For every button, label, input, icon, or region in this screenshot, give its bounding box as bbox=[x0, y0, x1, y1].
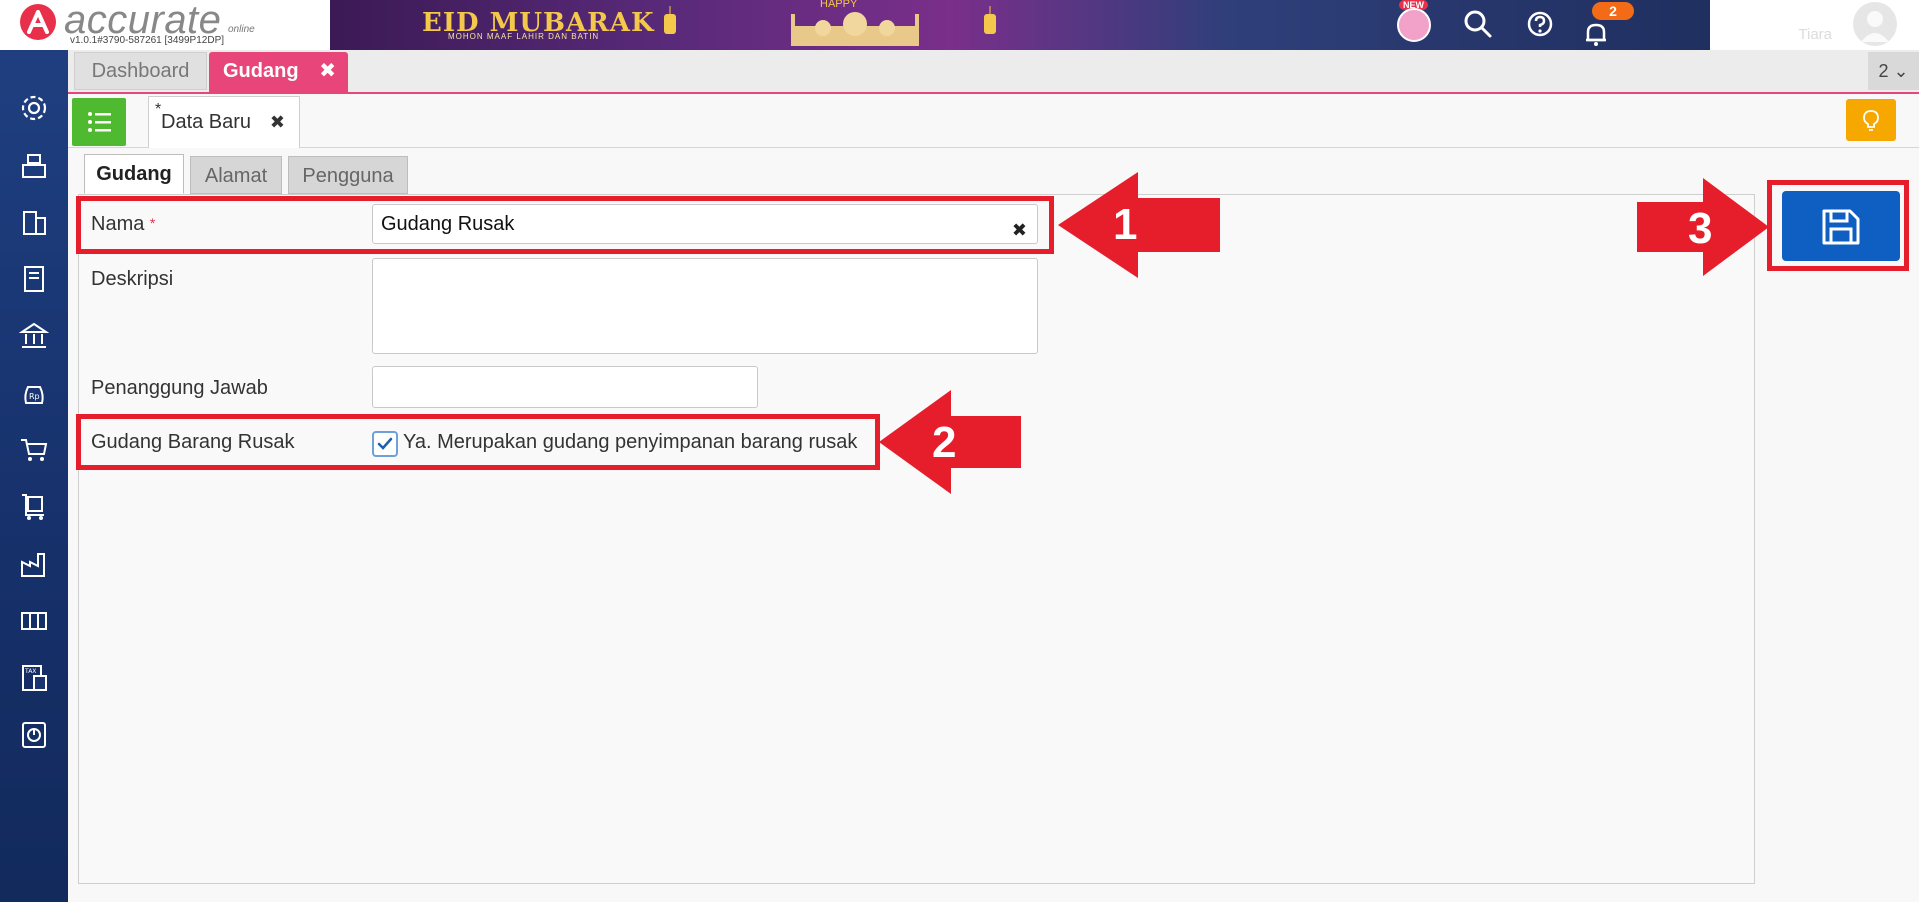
factory-icon[interactable] bbox=[14, 544, 54, 584]
tab-overflow-dropdown[interactable]: 2 ⌄ bbox=[1868, 52, 1919, 90]
lantern-icon bbox=[664, 6, 676, 34]
top-header: accurate online v1.0.1#3790-587261 [3499… bbox=[0, 0, 1919, 50]
eid-banner: HAPPY EID MUBARAK MOHON MAAF LAHIR DAN B… bbox=[330, 0, 1710, 50]
close-tab-icon[interactable]: ✖ bbox=[319, 52, 336, 90]
lightbulb-icon bbox=[1863, 110, 1879, 131]
sidebar: Rp TAX bbox=[0, 50, 68, 902]
money-bag-icon[interactable]: Rp bbox=[14, 373, 54, 413]
delivery-cart-icon[interactable] bbox=[14, 487, 54, 527]
shopping-cart-icon[interactable] bbox=[14, 430, 54, 470]
close-data-baru-icon[interactable]: ✖ bbox=[270, 97, 285, 147]
mosque-icon bbox=[791, 12, 919, 46]
tab-data-baru[interactable]: * Data Baru ✖ bbox=[148, 96, 300, 148]
inventory-icon[interactable] bbox=[14, 601, 54, 641]
annotation-number-3: 3 bbox=[1688, 204, 1713, 253]
settings-gear-icon[interactable] bbox=[14, 88, 54, 128]
help-icon[interactable] bbox=[1524, 8, 1556, 40]
annotation-number-2: 2 bbox=[932, 418, 957, 467]
unsaved-marker: * bbox=[155, 101, 162, 118]
bank-icon[interactable] bbox=[14, 316, 54, 356]
cash-register-icon[interactable] bbox=[14, 145, 54, 185]
logo-mark-icon bbox=[20, 4, 56, 40]
list-view-button[interactable] bbox=[72, 98, 126, 146]
logo-online-text: online bbox=[228, 24, 255, 35]
main-tab-strip: Dashboard Gudang ✖ 2 ⌄ bbox=[68, 50, 1919, 92]
form-tab-gudang[interactable]: Gudang bbox=[84, 154, 184, 194]
tab-data-baru-label: Data Baru bbox=[161, 111, 252, 133]
ledger-book-icon[interactable] bbox=[14, 259, 54, 299]
highlight-box-gudang-rusak bbox=[76, 414, 880, 470]
user-subtitle: Tiara bbox=[1798, 26, 1832, 43]
lantern-icon bbox=[984, 6, 996, 34]
tab-gudang[interactable]: Gudang ✖ bbox=[209, 52, 348, 92]
search-icon[interactable] bbox=[1462, 8, 1494, 40]
tips-button[interactable] bbox=[1846, 99, 1896, 141]
save-button[interactable] bbox=[1782, 191, 1900, 261]
annotation-number-1: 1 bbox=[1113, 200, 1138, 249]
form-tab-alamat[interactable]: Alamat bbox=[190, 156, 282, 194]
report-chart-icon[interactable] bbox=[14, 715, 54, 755]
penanggung-jawab-label: Penanggung Jawab bbox=[91, 377, 268, 399]
deskripsi-label: Deskripsi bbox=[91, 268, 174, 290]
form-tab-pengguna[interactable]: Pengguna bbox=[288, 156, 408, 194]
version-text: v1.0.1#3790-587261 [3499P12DP] bbox=[70, 35, 225, 46]
notification-badge: 2 bbox=[1592, 2, 1634, 20]
deskripsi-textarea[interactable] bbox=[372, 258, 1038, 354]
user-avatar[interactable] bbox=[1853, 2, 1897, 46]
svg-text:Rp: Rp bbox=[29, 392, 40, 401]
banner-subtitle: MOHON MAAF LAHIR DAN BATIN bbox=[448, 32, 600, 41]
tab-gudang-label: Gudang bbox=[223, 60, 299, 82]
new-feature-avatar-icon[interactable] bbox=[1397, 8, 1431, 42]
sub-toolbar: * Data Baru ✖ bbox=[68, 94, 1919, 148]
user-name[interactable]: Fifi Fashion bbox=[1725, 2, 1834, 26]
floppy-disk-icon bbox=[1822, 209, 1860, 245]
penanggung-jawab-input[interactable] bbox=[372, 366, 758, 408]
highlight-box-nama bbox=[76, 196, 1054, 254]
tab-dashboard[interactable]: Dashboard bbox=[74, 52, 207, 90]
svg-text:TAX: TAX bbox=[24, 668, 36, 675]
building-icon[interactable] bbox=[14, 202, 54, 242]
bell-icon[interactable] bbox=[1580, 18, 1612, 50]
annotation-arrow-1 bbox=[1058, 172, 1220, 278]
tax-icon[interactable]: TAX bbox=[14, 658, 54, 698]
